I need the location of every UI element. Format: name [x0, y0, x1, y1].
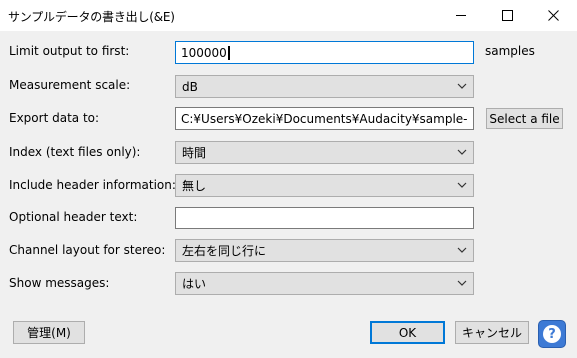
maximize-button[interactable] [484, 0, 530, 31]
header-info-select[interactable]: 無し [175, 174, 474, 197]
show-messages-select[interactable]: はい [175, 272, 474, 295]
chevron-down-icon [457, 182, 467, 188]
window-title: サンプルデータの書き出し(&E) [8, 10, 175, 24]
show-messages-value: はい [182, 277, 207, 291]
export-path-value: C:¥Users¥Ozeki¥Documents¥Audacity¥sample… [181, 111, 468, 126]
measurement-scale-select[interactable]: dB [175, 75, 474, 98]
channel-layout-label: Channel layout for stereo: [9, 243, 166, 257]
index-select[interactable]: 時間 [175, 141, 474, 164]
header-info-value: 無し [182, 179, 207, 193]
help-button[interactable]: ? [538, 320, 566, 348]
maximize-icon [501, 10, 513, 21]
help-icon: ? [543, 325, 561, 343]
channel-layout-select[interactable]: 左右を同じ行に [175, 239, 474, 262]
show-messages-label: Show messages: [9, 276, 110, 290]
manage-button[interactable]: 管理(M) [13, 321, 85, 344]
index-value: 時間 [182, 146, 207, 160]
text-caret [227, 45, 230, 60]
measurement-scale-label: Measurement scale: [9, 78, 131, 92]
close-button[interactable] [530, 0, 576, 31]
cancel-button[interactable]: キャンセル [455, 321, 529, 344]
limit-output-input[interactable]: 100000 [175, 41, 474, 64]
limit-output-label: Limit output to first: [9, 44, 130, 58]
header-text-label: Optional header text: [9, 210, 138, 224]
measurement-scale-value: dB [182, 79, 198, 94]
samples-unit-label: samples [485, 44, 535, 58]
close-icon [547, 10, 559, 21]
ok-button[interactable]: OK [370, 321, 445, 344]
select-file-button[interactable]: Select a file [486, 108, 563, 129]
export-data-label: Export data to: [9, 111, 100, 125]
chevron-down-icon [457, 280, 467, 286]
title-bar: サンプルデータの書き出し(&E) [0, 0, 577, 31]
header-info-label: Include header information: [9, 178, 176, 192]
chevron-down-icon [457, 247, 467, 253]
chevron-down-icon [457, 83, 467, 89]
channel-layout-value: 左右を同じ行に [182, 244, 267, 258]
index-label: Index (text files only): [9, 145, 141, 159]
minimize-icon [455, 15, 466, 16]
limit-output-value: 100000 [181, 45, 227, 60]
chevron-down-icon [457, 149, 467, 155]
export-path-input[interactable]: C:¥Users¥Ozeki¥Documents¥Audacity¥sample… [175, 107, 474, 130]
minimize-button[interactable] [438, 0, 484, 31]
header-text-input[interactable] [175, 207, 474, 229]
